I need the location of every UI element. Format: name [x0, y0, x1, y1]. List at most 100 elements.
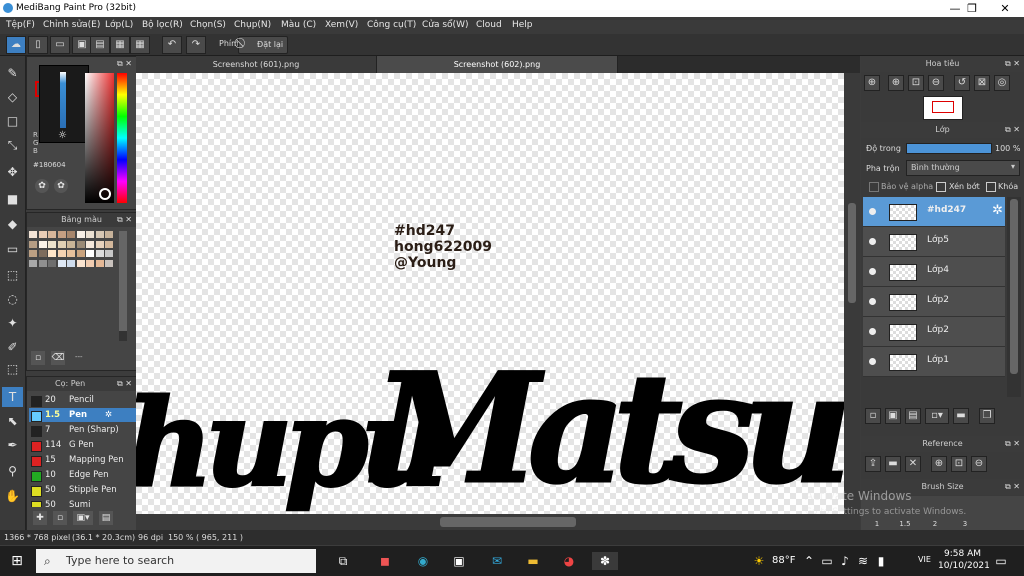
menu-layer[interactable]: Lớp(L)	[105, 20, 133, 30]
windows-start-icon[interactable]: ⊞	[8, 552, 26, 570]
panel-controls[interactable]: ⧉ ✕	[1005, 479, 1020, 495]
fit-icon[interactable]: ⊡	[908, 75, 924, 91]
palette-swatch[interactable]	[48, 259, 56, 267]
task-view-icon[interactable]: ⧉	[334, 552, 352, 570]
brush-item[interactable]: 50 Stipple Pen	[29, 483, 141, 497]
zoom-out-icon[interactable]: ⊖	[928, 75, 944, 91]
gradient-tool-icon[interactable]: ▭	[2, 239, 23, 259]
panel-controls[interactable]: ⧉ ✕	[1005, 122, 1020, 138]
undo-icon[interactable]: ↶	[162, 36, 182, 54]
palette-swatch[interactable]	[67, 259, 75, 267]
operation-tool-icon[interactable]: ⬉	[2, 411, 23, 431]
new-layer-icon[interactable]: ▫	[865, 408, 881, 424]
delete-swatch-icon[interactable]: ⌫	[51, 351, 65, 365]
palette-swatch[interactable]	[76, 240, 85, 248]
panel-controls[interactable]: ⧉ ✕	[117, 59, 132, 69]
navigator-preview[interactable]	[923, 96, 963, 120]
open-reference-icon[interactable]: ▬	[885, 456, 901, 472]
menu-cloud[interactable]: Cloud	[476, 20, 502, 30]
layer-menu-icon[interactable]: ▫▾	[925, 408, 949, 424]
palette-swatch[interactable]	[29, 250, 37, 257]
brightness-slider[interactable]	[60, 72, 66, 128]
brush-menu-icon[interactable]: ▣▾	[73, 511, 93, 525]
reset-button[interactable]: ⃠ Đặt lại	[238, 36, 288, 54]
shape-tool-icon[interactable]: □	[2, 111, 23, 131]
folder-icon[interactable]: ▬	[953, 408, 969, 424]
snap-icon[interactable]: ▦	[130, 36, 150, 54]
wifi-icon[interactable]: ≋	[854, 552, 872, 570]
weather-text[interactable]: 88°F	[772, 555, 795, 566]
palette-swatch[interactable]	[57, 240, 66, 248]
file-explorer-icon[interactable]: ▬	[524, 552, 542, 570]
palette-swatch[interactable]	[48, 240, 56, 248]
select-pen-icon[interactable]: ✐	[2, 337, 23, 357]
mail-icon[interactable]: ✉	[488, 552, 506, 570]
select-eraser-icon[interactable]: ⬚	[2, 359, 23, 379]
palette-swatch[interactable]	[29, 240, 37, 248]
fit-icon[interactable]: ⊡	[951, 456, 967, 472]
drawing-canvas[interactable]: #hd247 hong622009 @Young hupu Matsumo	[136, 73, 844, 514]
brush-size-option[interactable]: 1	[865, 520, 889, 528]
brush-item[interactable]: 15 Mapping Pen	[29, 453, 141, 467]
brush-add-icon[interactable]: ✚	[33, 511, 47, 525]
menu-tools[interactable]: Công cụ(T)	[367, 20, 416, 30]
search-box[interactable]: ⌕ Type here to search	[36, 549, 316, 573]
palette-swatch[interactable]	[48, 231, 56, 238]
layer-scrollbar[interactable]	[1007, 197, 1021, 397]
line-tool-icon[interactable]: ⤡	[2, 135, 23, 155]
palette-swatch[interactable]	[76, 231, 85, 238]
palette-swatch[interactable]	[86, 259, 94, 267]
palette-swatch[interactable]	[105, 259, 113, 267]
eye-icon[interactable]	[869, 268, 876, 275]
palette-swatch[interactable]	[48, 250, 56, 257]
menu-edit[interactable]: Chỉnh sửa(E)	[43, 20, 100, 30]
brush-item[interactable]: 50 Sumi	[29, 498, 141, 507]
duplicate-layer-icon[interactable]: ❐	[979, 408, 995, 424]
opacity-slider[interactable]	[906, 143, 992, 154]
menu-capture[interactable]: Chụp(N)	[234, 20, 271, 30]
upload-icon[interactable]: ⇪	[865, 456, 881, 472]
speaker-icon[interactable]: ♪	[836, 552, 854, 570]
office-icon[interactable]: ◼	[376, 552, 394, 570]
notification-icon[interactable]: ▭	[992, 552, 1010, 570]
tab-screenshot-601[interactable]: Screenshot (601).png	[136, 56, 377, 73]
lock-checkbox[interactable]	[986, 182, 996, 192]
palette-swatch[interactable]	[105, 250, 113, 257]
select-rect-icon[interactable]: ⬚	[2, 265, 23, 285]
brush-size-option[interactable]: 3	[953, 520, 977, 528]
layer-row[interactable]: Lớp5	[863, 227, 1005, 257]
clock-date[interactable]: 10/10/2021	[938, 561, 990, 571]
eye-icon[interactable]	[869, 358, 876, 365]
edge-icon[interactable]: ◉	[414, 552, 432, 570]
eye-icon[interactable]	[869, 208, 876, 215]
rectangle-fill-icon[interactable]: ■	[2, 189, 23, 209]
palette-swatch[interactable]	[57, 259, 66, 267]
zoom-in-icon[interactable]: ⊕	[864, 75, 880, 91]
blend-mode-select[interactable]: Bình thường ▾	[906, 160, 1020, 176]
palette-swatch[interactable]	[95, 250, 104, 257]
color-picker-handle[interactable]	[99, 188, 111, 200]
color-mix-icon[interactable]: ✿	[54, 179, 68, 193]
eye-icon[interactable]	[869, 298, 876, 305]
color-wheel-icon[interactable]: ✿	[35, 179, 49, 193]
new-file-icon[interactable]: ▯	[28, 36, 48, 54]
brush-item-selected[interactable]: 1.5 Pen ✲	[29, 408, 141, 422]
close-icon[interactable]: ✕	[905, 456, 921, 472]
eyedropper-icon[interactable]: ✒	[2, 435, 23, 455]
maximize-button[interactable]: ❐	[955, 0, 989, 17]
palette-swatch[interactable]	[29, 259, 37, 267]
brush-copy-icon[interactable]: ▫	[53, 511, 67, 525]
palette-swatch[interactable]	[95, 240, 104, 248]
palette-swatch[interactable]	[29, 231, 37, 238]
clipping-checkbox[interactable]	[936, 182, 946, 192]
new-halftone-layer-icon[interactable]: ▣	[885, 408, 901, 424]
layer-row[interactable]: Lớp2	[863, 287, 1005, 317]
clock-time[interactable]: 9:58 AM	[944, 549, 981, 559]
grid-icon[interactable]: ▦	[110, 36, 130, 54]
dropper-icon[interactable]: ⚲	[2, 461, 23, 481]
menu-filter[interactable]: Bộ lọc(R)	[142, 20, 183, 30]
brush-item[interactable]: 114 G Pen	[29, 438, 141, 452]
zoom-out-icon[interactable]: ⊖	[971, 456, 987, 472]
brush-settings-icon[interactable]: ▤	[99, 511, 113, 525]
palette-swatch[interactable]	[38, 250, 47, 257]
